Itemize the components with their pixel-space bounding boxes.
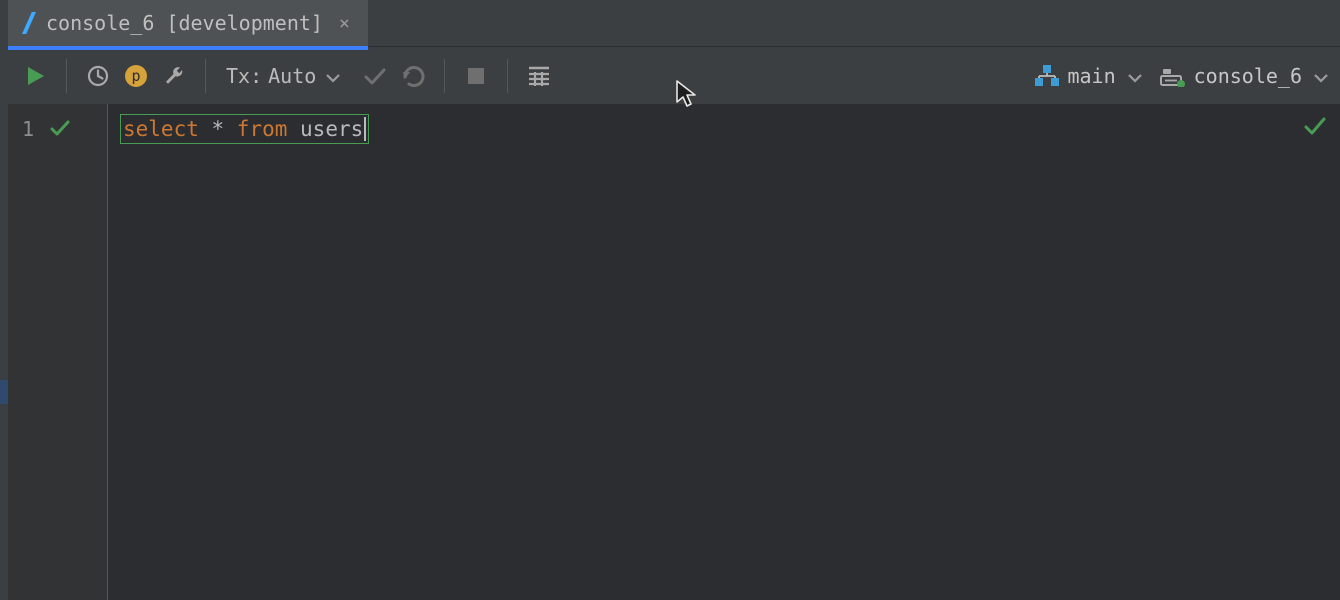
code-line[interactable]: select * from users: [120, 114, 369, 144]
tab-console-6[interactable]: console_6 [development] ×: [8, 0, 368, 46]
code-editor[interactable]: select * from users: [108, 104, 1340, 600]
settings-button[interactable]: [157, 59, 191, 93]
sql-keyword: from: [237, 117, 288, 141]
svg-text:p: p: [131, 67, 140, 85]
editor-area: 1 select * from users: [8, 104, 1340, 600]
sql-identifier: users: [300, 117, 363, 141]
undo-icon: [400, 65, 426, 87]
text-caret: [364, 117, 366, 141]
table-view-button[interactable]: [522, 59, 556, 93]
table-icon: [527, 65, 551, 87]
feather-icon: [22, 12, 36, 34]
check-icon: [363, 66, 387, 86]
run-button[interactable]: [18, 59, 52, 93]
schema-name: main: [1067, 64, 1115, 88]
status-ok-icon: [50, 117, 70, 141]
analysis-ok-icon[interactable]: [1304, 116, 1326, 140]
tab-title: console_6 [development]: [46, 11, 323, 35]
chevron-down-icon[interactable]: [1128, 64, 1142, 88]
session-selector[interactable]: console_6: [1160, 64, 1328, 88]
sql-keyword: select: [123, 117, 199, 141]
rollback-button[interactable]: [396, 59, 430, 93]
history-button[interactable]: [81, 59, 115, 93]
chevron-down-icon[interactable]: [326, 64, 340, 88]
side-strip: [0, 0, 8, 600]
stop-icon: [467, 67, 485, 85]
chevron-down-icon[interactable]: [1314, 64, 1328, 88]
close-icon[interactable]: ×: [339, 13, 350, 34]
tab-bar: console_6 [development] ×: [0, 0, 1340, 46]
separator: [66, 59, 67, 93]
separator: [507, 59, 508, 93]
sql-token: *: [199, 117, 237, 141]
gutter-line[interactable]: 1: [8, 114, 107, 144]
wrench-icon: [162, 64, 186, 88]
side-strip-marker: [0, 380, 8, 404]
tx-label: Tx:: [226, 64, 262, 88]
play-icon: [24, 65, 46, 87]
console-session-icon: [1160, 65, 1186, 87]
line-number: 1: [22, 117, 34, 141]
toolbar: p Tx: Auto: [0, 46, 1340, 104]
p-badge-icon: p: [124, 64, 148, 88]
p-badge-button[interactable]: p: [119, 59, 153, 93]
stop-button[interactable]: [459, 59, 493, 93]
gutter: 1: [8, 104, 108, 600]
tx-mode[interactable]: Auto: [268, 64, 316, 88]
schema-icon: [1035, 65, 1059, 87]
separator: [205, 59, 206, 93]
commit-button[interactable]: [358, 59, 392, 93]
schema-selector[interactable]: main: [1035, 64, 1141, 88]
session-name: console_6: [1194, 64, 1302, 88]
separator: [444, 59, 445, 93]
history-icon: [86, 64, 110, 88]
sql-token: [287, 117, 300, 141]
